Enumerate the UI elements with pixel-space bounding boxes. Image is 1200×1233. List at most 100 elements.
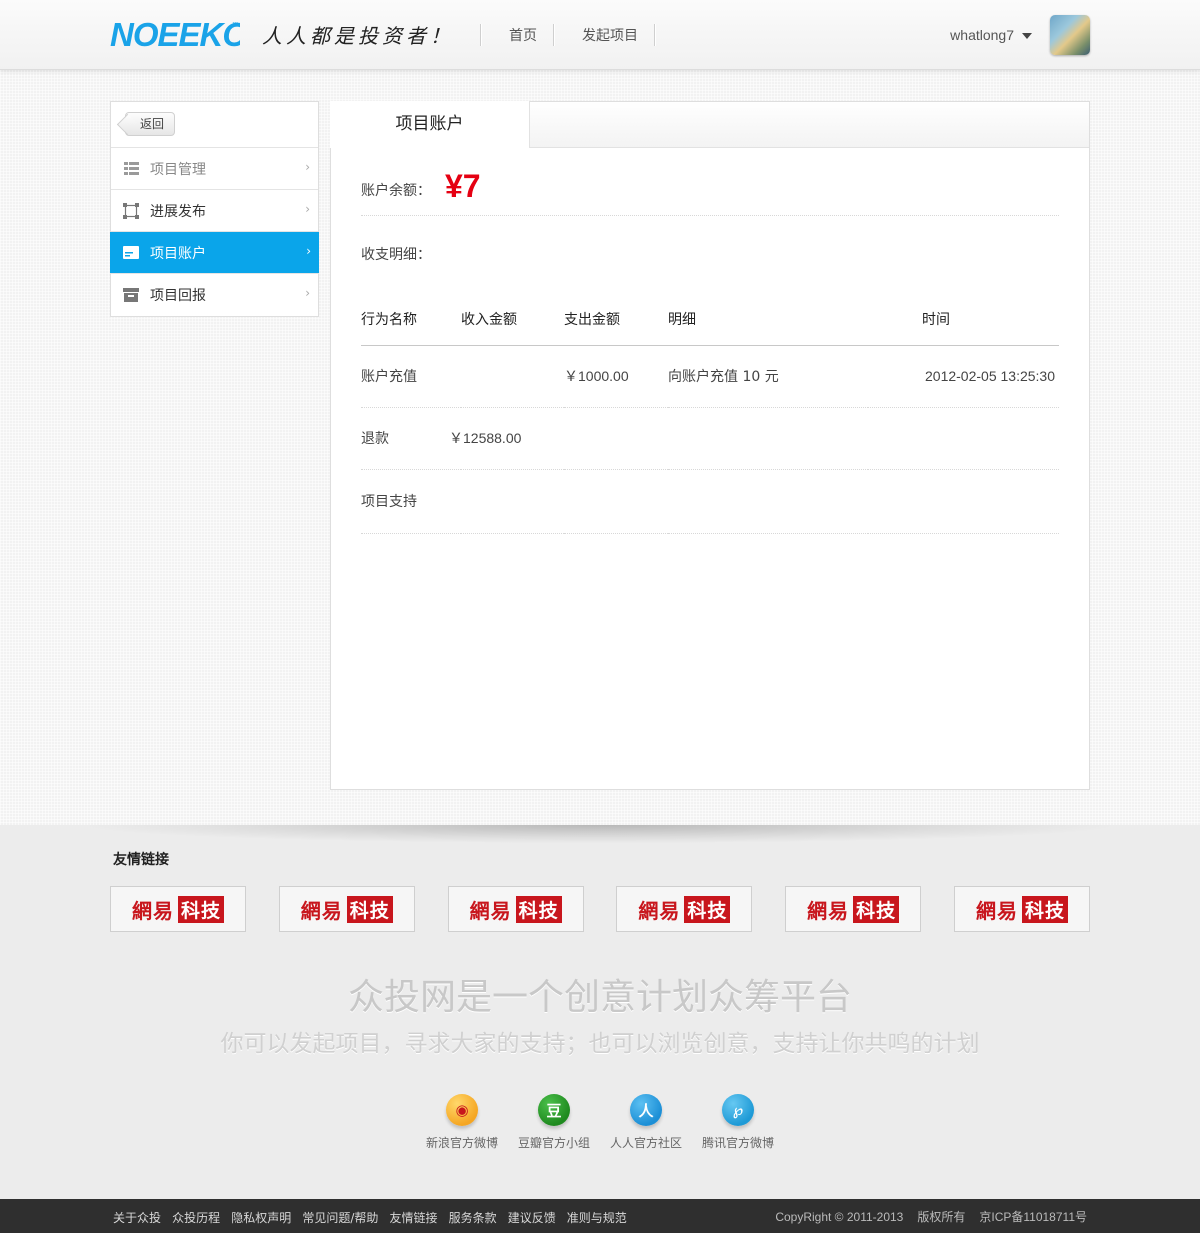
table-cell: 向账户充值 10 元 (668, 345, 868, 408)
table-cell (668, 469, 868, 534)
sidebar-item-label: 项目回报 (150, 288, 206, 304)
chevron-right-icon: › (306, 244, 311, 258)
balance-row: 账户余额： ¥7 (361, 148, 1059, 216)
account-panel: 项目账户 账户余额： ¥7 收支明细： 行为名称 收入金额 支出金额 明细 时间 (330, 101, 1090, 790)
table-cell (564, 407, 668, 470)
sidebar-item-project-rewards[interactable]: 项目回报 › (111, 274, 318, 316)
social-link-label: 豆瓣官方小组 (517, 1136, 590, 1150)
user-menu[interactable]: whatlong7 (950, 15, 1090, 55)
partner-logo-badge: 科技 (346, 895, 393, 923)
social-link-renren[interactable]: 人 人人官方社区 (600, 1094, 692, 1151)
table-cell: 2012-02-05 13:25:30 (868, 345, 1059, 408)
partner-logo-netease-tech[interactable]: 網易 科技 (447, 886, 584, 932)
table-cell (461, 345, 564, 408)
main-nav: 首页 发起项目 (480, 24, 655, 46)
douban-icon: 豆 (538, 1094, 570, 1126)
social-link-label: 新浪官方微博 (425, 1136, 498, 1150)
footer-headline: 众投网是一个创意计划众筹平台 (347, 977, 852, 1018)
site-slogan: 人人都是投资者！ (262, 24, 454, 48)
partner-logo-netease-tech[interactable]: 網易 科技 (953, 886, 1090, 932)
icp-number[interactable]: 京ICP备11018711号 (979, 1210, 1087, 1224)
logo-tm: ™ (232, 21, 238, 28)
social-link-tencent-weibo[interactable]: ℘ 腾讯官方微博 (692, 1094, 784, 1151)
bottom-link-faq[interactable]: 常见问题/帮助 (302, 1211, 378, 1225)
table-row: 账户充值 ￥1000.00 向账户充值 10 元 2012-02-05 13:2… (361, 345, 1059, 408)
nav-home-link[interactable]: 首页 (481, 24, 553, 46)
table-cell (461, 469, 564, 534)
renren-icon-glyph: 人 (638, 1101, 654, 1120)
back-button-label: 返回 (140, 117, 165, 131)
back-button[interactable]: 返回 (125, 112, 176, 136)
balance-value: ¥7 (445, 168, 481, 204)
social-link-label: 人人官方社区 (609, 1136, 682, 1150)
caret-down-icon[interactable] (1022, 33, 1032, 39)
partner-logo-netease-tech[interactable]: 網易 科技 (616, 886, 753, 932)
sidebar-back-row: 返回 (111, 102, 318, 148)
table-row: 项目支持 (361, 469, 1059, 534)
sidebar-item-label: 项目账户 (150, 245, 206, 262)
partner-logo-badge: 科技 (684, 895, 731, 923)
friend-links-title: 友情链接 (113, 852, 169, 868)
balance-label: 账户余额： (361, 183, 431, 199)
social-link-weibo[interactable]: ◉ 新浪官方微博 (416, 1094, 508, 1151)
username[interactable]: whatlong7 (950, 27, 1014, 43)
partner-logo-netease-tech[interactable]: 網易 科技 (110, 886, 246, 932)
nav-launch-project-link[interactable]: 发起项目 (554, 24, 654, 46)
table-cell: ￥1000.00 (564, 345, 668, 408)
footer: 友情链接 網易 科技 網易 科技 網易 科技 網易 科技 網易 科技 網易 科技 众投网是一… (0, 825, 1200, 1199)
bottom-link-history[interactable]: 众投历程 (172, 1211, 220, 1225)
sidebar-item-project-management[interactable]: 项目管理 › (111, 148, 318, 190)
logo-graphic: NOEEKO ™ (110, 18, 240, 50)
footer-subline: 你可以发起项目，寻求大家的支持；也可以浏览创意，支持让你共鸣的计划 (220, 1031, 980, 1057)
tab-project-account[interactable]: 项目账户 (330, 101, 530, 148)
bottom-link-terms[interactable]: 服务条款 (449, 1211, 497, 1225)
ledger-table: 行为名称 收入金额 支出金额 明细 时间 账户充值 ￥1000.00 向账户充值… (361, 309, 1059, 534)
bottom-link-friend-links[interactable]: 友情链接 (389, 1211, 437, 1225)
partner-logo-badge: 科技 (177, 895, 224, 923)
bottom-link-feedback[interactable]: 建议反馈 (508, 1211, 556, 1225)
wallet-icon (123, 245, 139, 261)
box-icon (123, 287, 139, 303)
partner-logo-netease-tech[interactable]: 網易 科技 (278, 886, 415, 932)
top-header: NOEEKO ™ 人人都是投资者！ 首页 发起项目 whatlong7 (0, 0, 1200, 70)
table-cell: 账户充值 (361, 345, 461, 408)
site-logo[interactable]: NOEEKO ™ (110, 18, 240, 50)
bottom-link-about[interactable]: 关于众投 (113, 1211, 161, 1225)
panel-tab-bar: 项目账户 (330, 101, 1089, 148)
table-cell (668, 407, 868, 470)
column-header: 行为名称 (361, 309, 461, 346)
logo-wordmark: NOEEKO (110, 18, 240, 50)
table-row: 退款 ￥12588.00 (361, 407, 1059, 470)
social-link-label: 腾讯官方微博 (701, 1136, 774, 1150)
rights-text: 版权所有 (917, 1209, 966, 1224)
bottom-link-privacy[interactable]: 隐私权声明 (231, 1211, 291, 1225)
partner-logo-text: 網易 (807, 898, 850, 923)
partner-logo-badge: 科技 (853, 895, 900, 923)
ledger-header-row: 行为名称 收入金额 支出金额 明细 时间 (361, 309, 1059, 346)
partner-logos: 網易 科技 網易 科技 網易 科技 網易 科技 網易 科技 網易 科技 (110, 886, 1090, 932)
footer-inner: 友情链接 網易 科技 網易 科技 網易 科技 網易 科技 網易 科技 網易 科技 众投网是一… (110, 825, 1090, 1151)
main-content: 返回 项目管理 › 进展发布 › 项目账户 › 项目回报 › 项目账户 账户余额… (110, 101, 1090, 791)
douban-icon-glyph: 豆 (546, 1101, 562, 1120)
table-cell (868, 469, 1059, 534)
sidebar-item-project-account[interactable]: 项目账户 › (110, 232, 319, 274)
social-link-douban[interactable]: 豆 豆瓣官方小组 (508, 1094, 600, 1151)
chevron-right-icon: › (305, 160, 310, 174)
partner-logo-text: 網易 (300, 898, 343, 923)
grid-icon (123, 161, 139, 177)
partner-logo-netease-tech[interactable]: 網易 科技 (785, 886, 922, 932)
sidebar-item-progress-post[interactable]: 进展发布 › (111, 190, 318, 232)
partner-logo-badge: 科技 (515, 895, 562, 923)
table-cell (564, 469, 668, 534)
bottom-link-guidelines[interactable]: 准则与规范 (567, 1211, 627, 1225)
partner-logo-text: 網易 (638, 898, 681, 923)
sidebar-item-label: 项目管理 (150, 161, 206, 178)
sidebar-item-label: 进展发布 (150, 203, 206, 220)
weibo-icon: ◉ (446, 1094, 478, 1126)
bottom-bar: 关于众投 众投历程 隐私权声明 常见问题/帮助 友情链接 服务条款 建议反馈 准… (0, 1199, 1200, 1233)
avatar[interactable] (1050, 15, 1090, 55)
table-cell: 项目支持 (361, 469, 461, 534)
partner-logo-text: 網易 (975, 898, 1018, 923)
tencent-weibo-icon-glyph: ℘ (732, 1101, 744, 1119)
column-header: 收入金额 (461, 309, 564, 346)
